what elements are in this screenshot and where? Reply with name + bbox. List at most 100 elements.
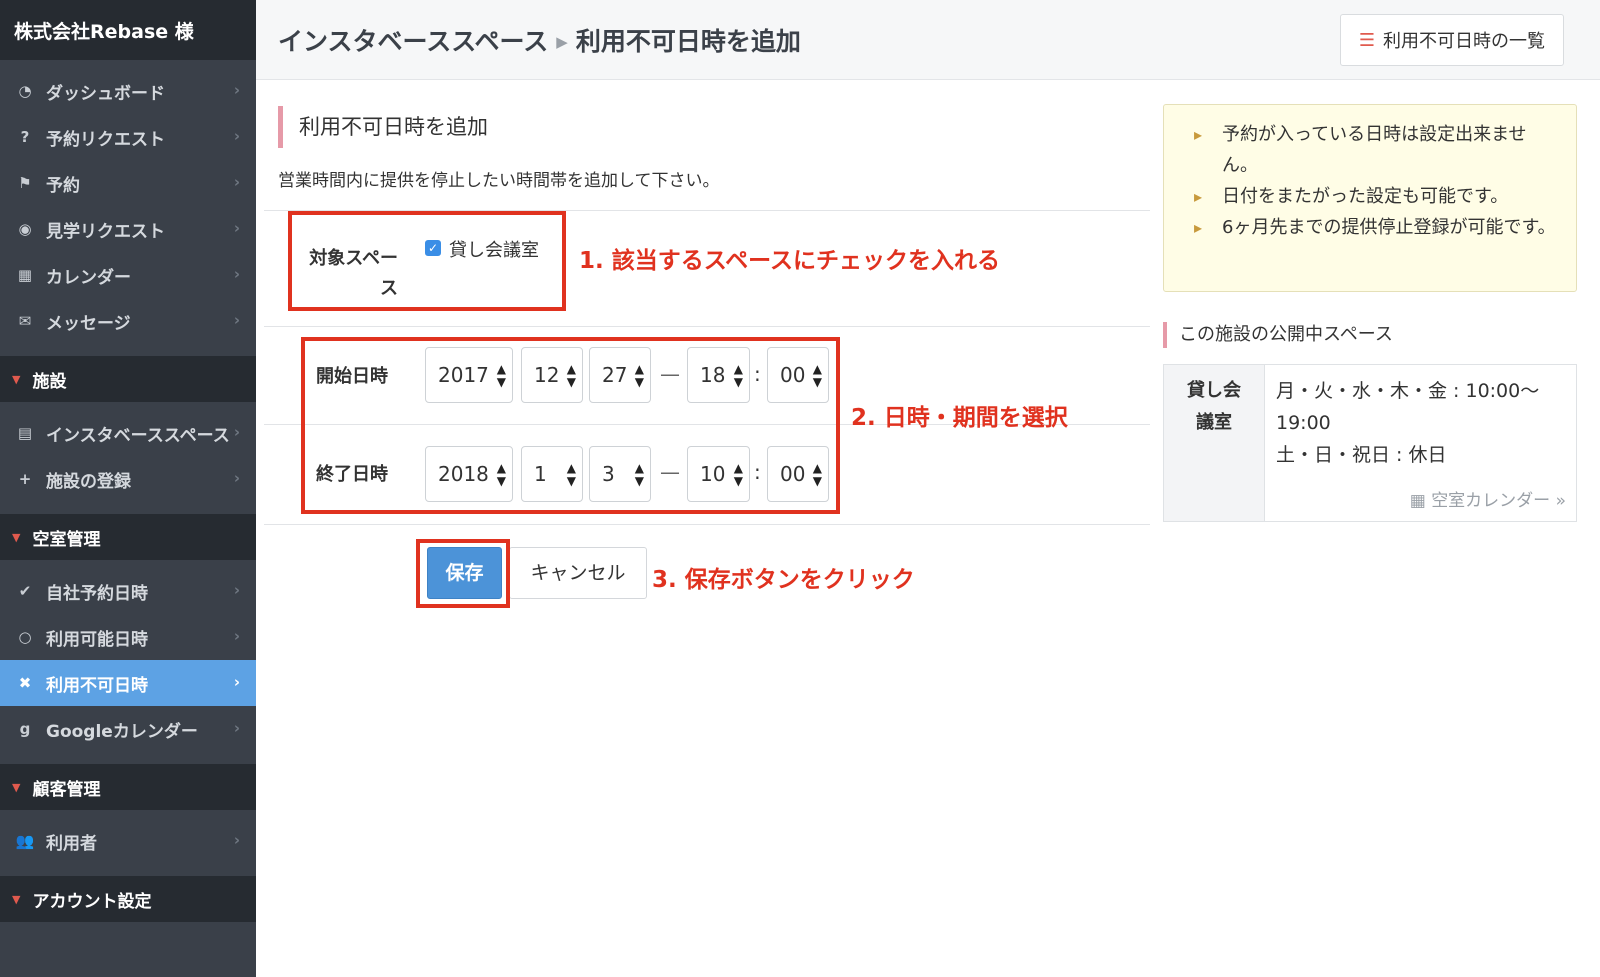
annotation-box-step1: [288, 211, 566, 311]
page-title: 利用不可日時を追加: [575, 27, 801, 56]
section-header-account[interactable]: ▼ アカウント設定: [0, 876, 256, 922]
list-icon: ☰: [1358, 29, 1375, 51]
envelope-icon: ✉: [18, 312, 32, 330]
annotation-step1: 1. 該当するスペースにチェックを入れる: [579, 248, 1000, 274]
sidebar-item-label: ダッシュボード: [46, 83, 165, 104]
chevron-right-icon: ›: [233, 673, 240, 691]
space-name: 貸し会議室: [1187, 380, 1241, 433]
chevron-right-icon: ›: [233, 627, 240, 645]
notice-item: 日付をまたがった設定も可能です。: [1194, 181, 1560, 212]
notice-box: 予約が入っている日時は設定出来ません。 日付をまたがった設定も可能です。 6ヶ月…: [1163, 104, 1577, 292]
form-description: 営業時間内に提供を停止したい時間帯を追加して下さい。: [278, 171, 720, 191]
plus-icon: +: [18, 470, 32, 488]
notice-item: 予約が入っている日時は設定出来ません。: [1194, 119, 1560, 181]
section-label: 空室管理: [32, 529, 101, 550]
sidebar-item-google-calendar[interactable]: g Googleカレンダー ›: [0, 706, 256, 752]
chevron-right-icon: ›: [233, 831, 240, 849]
sidebar-item-label: インスタベーススペース: [46, 425, 230, 446]
sidebar-item-available-times[interactable]: ○ 利用可能日時 ›: [0, 614, 256, 660]
section-header-customer[interactable]: ▼ 顧客管理: [0, 764, 256, 810]
caret-down-icon: ▼: [12, 530, 21, 544]
section-label: アカウント設定: [32, 891, 152, 912]
section-label: 顧客管理: [32, 779, 101, 800]
weekday-hours: 月・火・水・木・金 : 10:00〜19:00: [1276, 380, 1540, 434]
section-header-facility[interactable]: ▼ 施設: [0, 356, 256, 402]
section-label: 施設: [32, 371, 67, 392]
sidebar-item-label: 自社予約日時: [46, 583, 148, 604]
dashboard-icon: ◔: [18, 82, 32, 100]
chevron-right-icon: ›: [233, 173, 240, 191]
notice-item: 6ヶ月先までの提供停止登録が可能です。: [1194, 212, 1560, 243]
chevron-right-icon: ›: [233, 219, 240, 237]
sidebar-item-messages[interactable]: ✉ メッセージ ›: [0, 298, 256, 344]
nav-group-facility: ▤ インスタベーススペース › + 施設の登録 ›: [0, 402, 256, 514]
question-icon: ?: [20, 128, 30, 146]
section-header-vacancy[interactable]: ▼ 空室管理: [0, 514, 256, 560]
nav-group-main: ◔ ダッシュボード › ? 予約リクエスト › ⚑ 予約 › ◉ 見学リクエスト…: [0, 60, 256, 356]
sidebar-item-label: Googleカレンダー: [46, 721, 198, 742]
caret-right-icon: ▶: [556, 33, 568, 51]
chevron-right-icon: ›: [233, 81, 240, 99]
sidebar-item-label: カレンダー: [46, 267, 131, 288]
building-icon: ▤: [17, 424, 33, 442]
breadcrumb: インスタベーススペース ▶ 利用不可日時を追加: [278, 22, 801, 58]
page-header: インスタベーススペース ▶ 利用不可日時を追加 ☰ 利用不可日時の一覧: [256, 0, 1600, 80]
sidebar-item-visit-requests[interactable]: ◉ 見学リクエスト ›: [0, 206, 256, 252]
eye-icon: ◉: [18, 220, 32, 238]
space-hours: 月・火・水・木・金 : 10:00〜19:00 土・日・祝日 : 休日: [1276, 375, 1572, 471]
sidebar-item-own-reservations[interactable]: ✔ 自社予約日時 ›: [0, 568, 256, 614]
sidebar-item-unavailable-times[interactable]: ✖ 利用不可日時 ›: [0, 660, 256, 706]
sidebar-item-label: 施設の登録: [46, 471, 131, 492]
breadcrumb-parent[interactable]: インスタベーススペース: [278, 27, 548, 56]
nav-group-customer: 👥 利用者 ›: [0, 810, 256, 876]
nav-group-vacancy: ✔ 自社予約日時 › ○ 利用可能日時 › ✖ 利用不可日時 › g Googl…: [0, 560, 256, 764]
check-icon: ✔: [18, 582, 32, 600]
caret-down-icon: ▼: [12, 892, 21, 906]
divider: [264, 326, 1150, 327]
circle-icon: ○: [18, 628, 32, 646]
times-icon: ✖: [18, 674, 32, 692]
chevron-right-icon: ›: [233, 127, 240, 145]
sidebar-item-label: メッセージ: [46, 313, 131, 334]
annotation-step3: 3. 保存ボタンをクリック: [652, 567, 915, 593]
weekend-hours: 土・日・祝日 : 休日: [1276, 444, 1447, 466]
sidebar-item-calendar[interactable]: ▦ カレンダー ›: [0, 252, 256, 298]
calendar-icon: ▦: [1409, 491, 1426, 511]
sidebar-item-label: 利用可能日時: [46, 629, 148, 650]
unavailable-list-button[interactable]: ☰ 利用不可日時の一覧: [1339, 14, 1564, 66]
space-name-cell: 貸し会議室: [1164, 365, 1265, 521]
public-spaces-table: 貸し会議室 月・火・水・木・金 : 10:00〜19:00 土・日・祝日 : 休…: [1163, 364, 1577, 522]
flag-icon: ⚑: [18, 174, 32, 192]
sidebar-item-label: 予約: [46, 175, 80, 196]
sidebar-item-reservation-requests[interactable]: ? 予約リクエスト ›: [0, 114, 256, 160]
sidebar-item-label: 予約リクエスト: [46, 129, 165, 150]
sidebar-item-label: 見学リクエスト: [46, 221, 165, 242]
annotation-step2: 2. 日時・期間を選択: [851, 405, 1068, 431]
chevron-right-icon: ›: [233, 311, 240, 329]
chevron-right-icon: ›: [233, 423, 240, 441]
unavailable-list-button-label: 利用不可日時の一覧: [1383, 31, 1545, 52]
sidebar-item-dashboard[interactable]: ◔ ダッシュボード ›: [0, 68, 256, 114]
sidebar-item-label: 利用者: [46, 833, 97, 854]
chevron-right-icon: ›: [233, 265, 240, 283]
sidebar-item-label: 利用不可日時: [46, 675, 148, 696]
divider: [264, 524, 1150, 525]
users-icon: 👥: [15, 832, 35, 850]
chevron-right-icon: ›: [233, 719, 240, 737]
annotation-box-step2: [301, 337, 840, 514]
sidebar-item-instabase-space[interactable]: ▤ インスタベーススペース ›: [0, 410, 256, 456]
public-spaces-title: この施設の公開中スペース: [1163, 322, 1393, 348]
calendar-icon: ▦: [17, 266, 33, 284]
brand-name: 株式会社Rebase 様: [0, 0, 256, 60]
google-icon: g: [19, 720, 31, 738]
sidebar-item-reservations[interactable]: ⚑ 予約 ›: [0, 160, 256, 206]
caret-down-icon: ▼: [12, 780, 21, 794]
vacancy-calendar-link[interactable]: ▦ 空室カレンダー »: [1410, 486, 1566, 511]
form-title: 利用不可日時を追加: [278, 106, 488, 148]
chevron-right-icon: ›: [233, 469, 240, 487]
sidebar-item-register-facility[interactable]: + 施設の登録 ›: [0, 456, 256, 502]
sidebar-item-users[interactable]: 👥 利用者 ›: [0, 818, 256, 864]
caret-down-icon: ▼: [12, 372, 21, 386]
chevron-right-icon: ›: [233, 581, 240, 599]
cancel-button[interactable]: キャンセル: [509, 547, 647, 599]
